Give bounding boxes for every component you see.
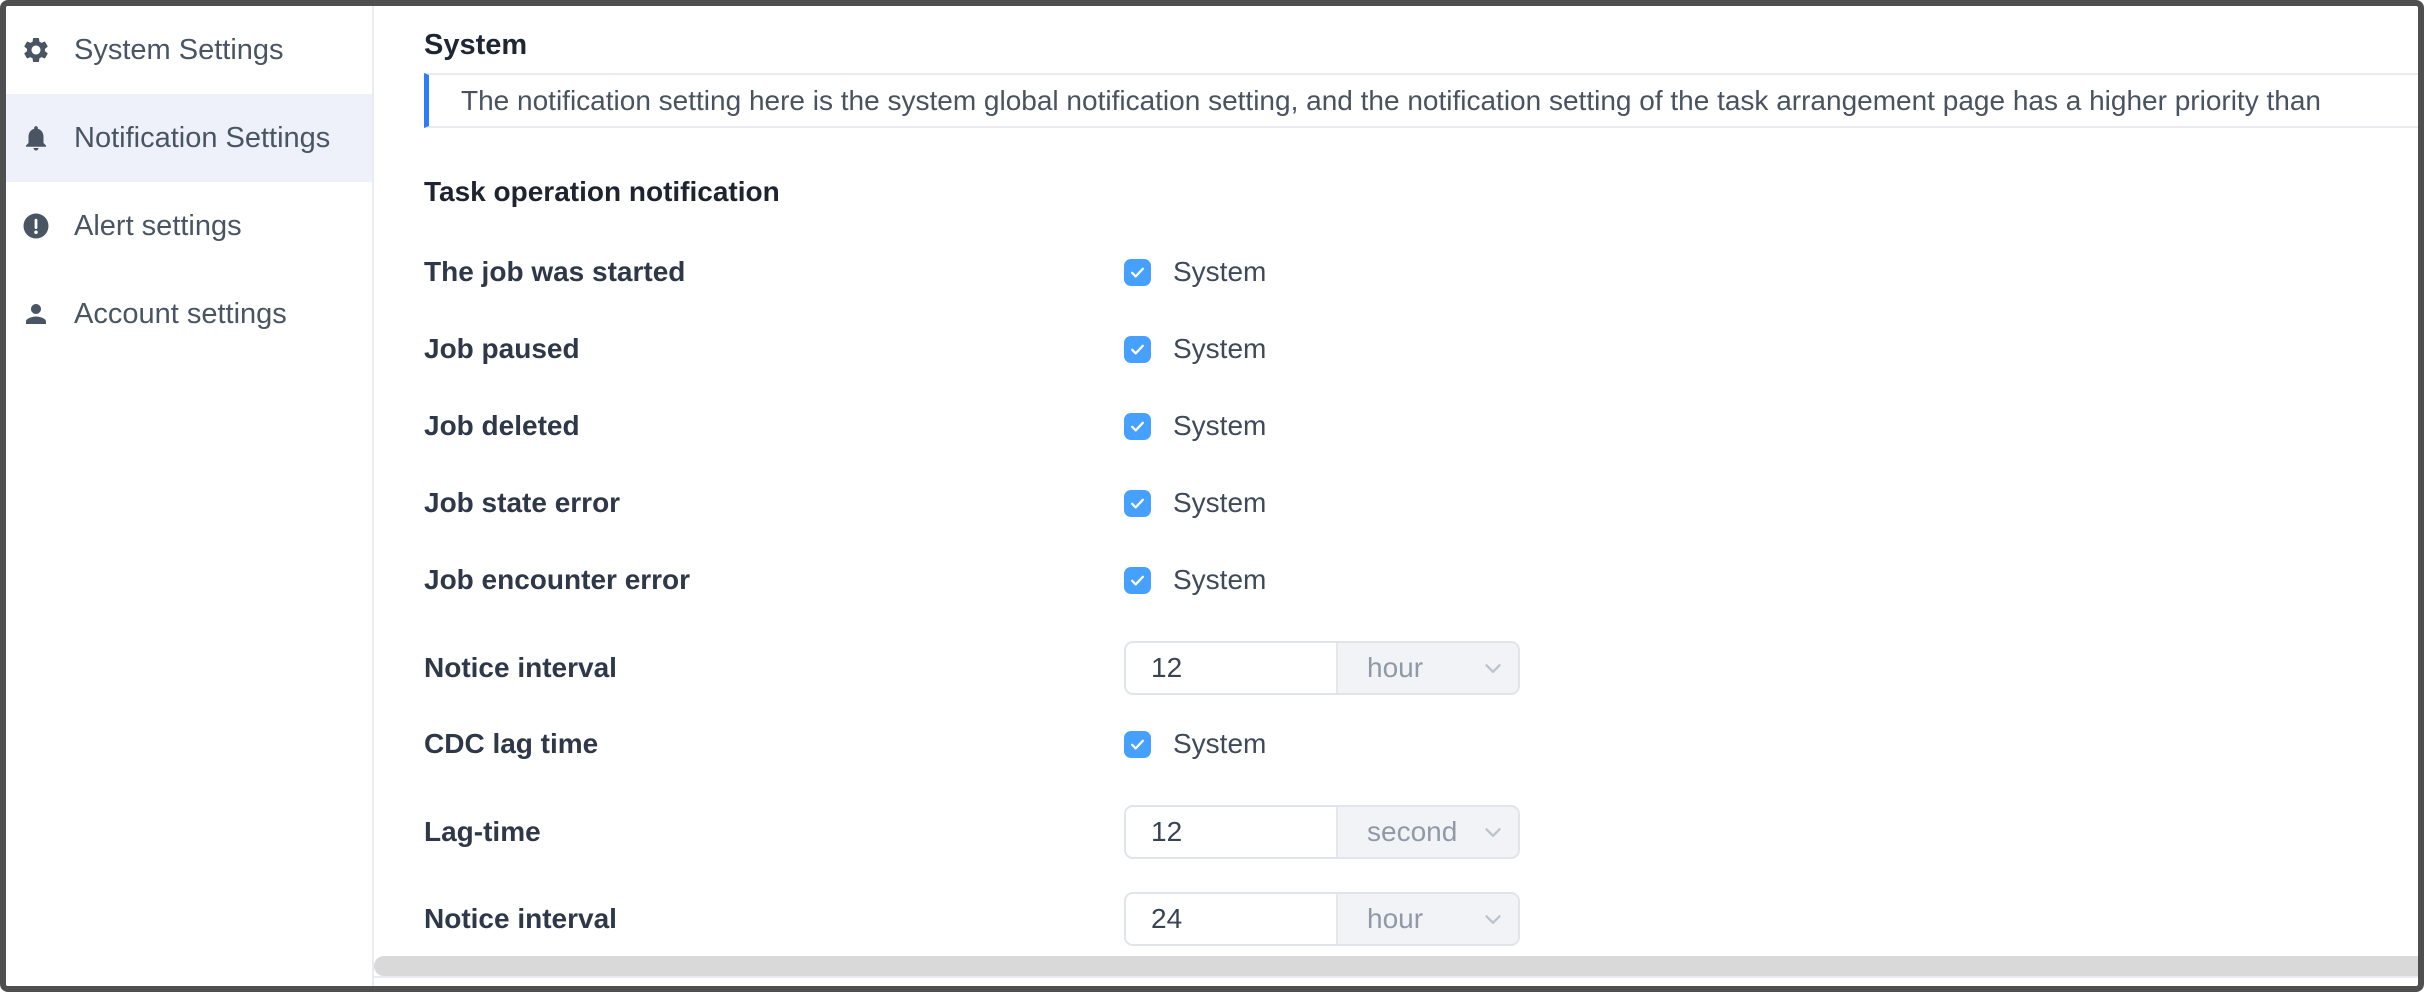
check-icon: [1129, 341, 1146, 358]
check-icon: [1129, 264, 1146, 281]
alert-circle-icon: [21, 211, 51, 241]
sidebar-item-system-settings[interactable]: System Settings: [6, 6, 372, 94]
form-row-label: The job was started: [424, 256, 1124, 288]
notification-form: The job was started System Job paused Sy…: [424, 256, 2418, 946]
form-row: The job was started System: [424, 256, 2418, 288]
check-icon: [1129, 572, 1146, 589]
form-row-label: Notice interval: [424, 903, 1124, 935]
check-icon: [1129, 418, 1146, 435]
system-checkbox[interactable]: [1124, 567, 1151, 594]
sidebar-item-label: Notification Settings: [74, 122, 330, 155]
section-title: Task operation notification: [424, 176, 2418, 208]
check-icon: [1129, 736, 1146, 753]
sidebar-item-label: Account settings: [74, 298, 287, 331]
form-row-label: Lag-time: [424, 816, 1124, 848]
content-bottom-divider: [374, 976, 2418, 978]
form-row: CDC lag time System: [424, 728, 2418, 760]
form-row-label: Job paused: [424, 333, 1124, 365]
sidebar-item-alert-settings[interactable]: Alert settings: [6, 182, 372, 270]
unit-select-value: hour: [1367, 652, 1423, 684]
checkbox-option-label[interactable]: System: [1173, 333, 1266, 365]
chevron-down-icon: [1480, 906, 1506, 932]
unit-select[interactable]: second: [1338, 807, 1518, 857]
form-row: Job encounter error System: [424, 564, 2418, 596]
settings-window: System Settings Notification Settings Al…: [0, 0, 2424, 992]
checkbox-option-label[interactable]: System: [1173, 256, 1266, 288]
user-icon: [21, 299, 51, 329]
form-row-label: Job deleted: [424, 410, 1124, 442]
form-row-label: Notice interval: [424, 652, 1124, 684]
form-row: Job deleted System: [424, 410, 2418, 442]
unit-select-value: second: [1367, 816, 1457, 848]
gear-icon: [21, 35, 51, 65]
form-row-label: CDC lag time: [424, 728, 1124, 760]
checkbox-option-label[interactable]: System: [1173, 410, 1266, 442]
system-checkbox[interactable]: [1124, 731, 1151, 758]
interval-input-group: hour: [1124, 641, 1520, 695]
sidebar: System Settings Notification Settings Al…: [6, 6, 374, 986]
checkbox-option-label[interactable]: System: [1173, 728, 1266, 760]
form-row: Notice interval hour: [424, 892, 2418, 946]
interval-input-group: second: [1124, 805, 1520, 859]
info-alert-text: The notification setting here is the sys…: [461, 85, 2321, 117]
sidebar-item-label: Alert settings: [74, 210, 242, 243]
unit-select[interactable]: hour: [1338, 643, 1518, 693]
chevron-down-icon: [1480, 655, 1506, 681]
check-icon: [1129, 495, 1146, 512]
interval-value-input[interactable]: [1126, 643, 1338, 693]
checkbox-option-label[interactable]: System: [1173, 564, 1266, 596]
unit-select[interactable]: hour: [1338, 894, 1518, 944]
unit-select-value: hour: [1367, 903, 1423, 935]
form-row: Notice interval hour: [424, 641, 2418, 695]
checkbox-option-label[interactable]: System: [1173, 487, 1266, 519]
form-row-label: Job state error: [424, 487, 1124, 519]
form-row: Job state error System: [424, 487, 2418, 519]
system-checkbox[interactable]: [1124, 413, 1151, 440]
main-content: System The notification setting here is …: [374, 6, 2418, 986]
sidebar-item-account-settings[interactable]: Account settings: [6, 270, 372, 358]
interval-value-input[interactable]: [1126, 807, 1338, 857]
page-title: System: [424, 28, 2418, 62]
sidebar-item-label: System Settings: [74, 34, 284, 67]
system-checkbox[interactable]: [1124, 490, 1151, 517]
system-checkbox[interactable]: [1124, 336, 1151, 363]
info-alert: The notification setting here is the sys…: [424, 73, 2418, 128]
interval-value-input[interactable]: [1126, 894, 1338, 944]
bell-icon: [21, 123, 51, 153]
chevron-down-icon: [1480, 819, 1506, 845]
sidebar-item-notification-settings[interactable]: Notification Settings: [6, 94, 372, 182]
interval-input-group: hour: [1124, 892, 1520, 946]
system-checkbox[interactable]: [1124, 259, 1151, 286]
form-row-label: Job encounter error: [424, 564, 1124, 596]
horizontal-scrollbar-thumb[interactable]: [374, 956, 2418, 976]
form-row: Lag-time second: [424, 805, 2418, 859]
form-row: Job paused System: [424, 333, 2418, 365]
